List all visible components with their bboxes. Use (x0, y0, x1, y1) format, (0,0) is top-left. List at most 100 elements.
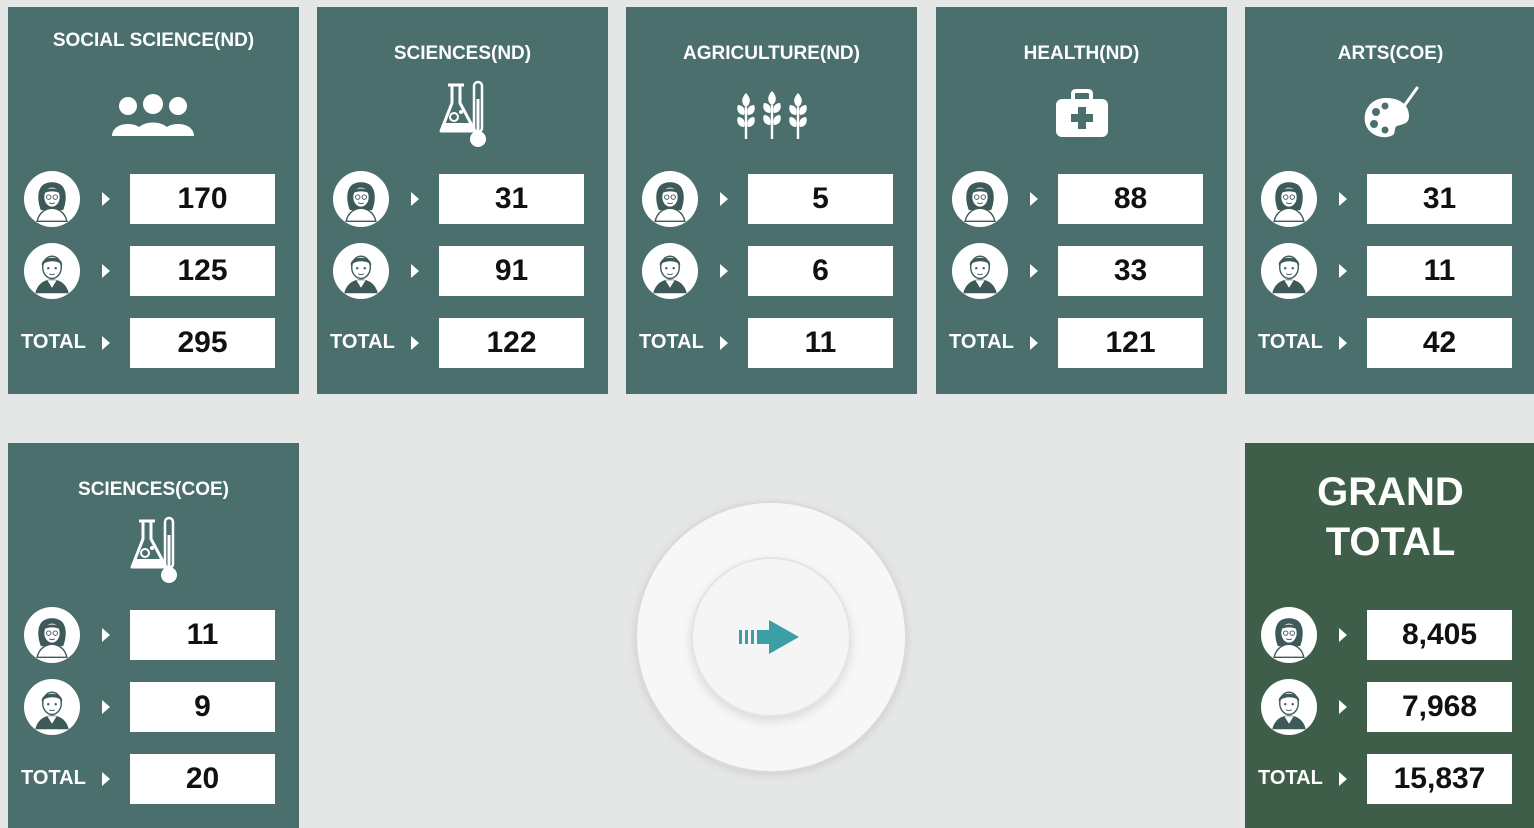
male-count: 33 (1058, 246, 1203, 296)
caret-right-icon (1030, 336, 1038, 350)
users-group-icon (108, 79, 198, 149)
male-row: 125 (8, 243, 299, 299)
female-count: 5 (748, 174, 893, 224)
total-row: TOTAL 42 (1245, 318, 1534, 368)
flask-thermometer-icon (432, 79, 494, 149)
total-row: TOTAL 121 (936, 318, 1227, 368)
grand-total-title: GRAND TOTAL (1317, 470, 1464, 564)
female-avatar-icon (333, 171, 389, 227)
arrow-right-icon (731, 612, 811, 662)
total-label: TOTAL (949, 331, 1014, 353)
caret-right-icon (1339, 628, 1347, 642)
total-label: TOTAL (330, 331, 395, 353)
male-avatar-icon (24, 243, 80, 299)
female-count: 88 (1058, 174, 1203, 224)
caret-right-icon (1339, 264, 1347, 278)
total-row: TOTAL 11 (626, 318, 917, 368)
card-social-science: SOCIAL SCIENCE(ND) 170 125 TOTAL 295 (8, 7, 299, 394)
card-title: AGRICULTURE(ND) (683, 43, 860, 64)
total-count: 15,837 (1367, 754, 1512, 804)
caret-right-icon (1030, 264, 1038, 278)
female-count: 31 (1367, 174, 1512, 224)
card-arts-coe: ARTS(COE) 31 11 TOTAL 42 (1245, 7, 1534, 394)
card-title: ARTS(COE) (1337, 43, 1444, 64)
card-grand-total: GRAND TOTAL 8,405 7,968 TOTAL 15,837 (1245, 443, 1534, 828)
male-row: 7,968 (1245, 679, 1534, 735)
caret-right-icon (102, 192, 110, 206)
male-avatar-icon (24, 679, 80, 735)
caret-right-icon (102, 336, 110, 350)
caret-right-icon (1339, 336, 1347, 350)
female-avatar-icon (642, 171, 698, 227)
total-count: 20 (130, 754, 275, 804)
caret-right-icon (1339, 700, 1347, 714)
medical-kit-icon (1051, 79, 1113, 149)
card-title: SCIENCES(COE) (78, 479, 229, 500)
female-row: 88 (936, 171, 1227, 227)
total-count: 121 (1058, 318, 1203, 368)
caret-right-icon (720, 336, 728, 350)
total-label: TOTAL (639, 331, 704, 353)
male-avatar-icon (952, 243, 1008, 299)
female-avatar-icon (1261, 171, 1317, 227)
card-agriculture: AGRICULTURE(ND) 5 6 TOTAL 11 (626, 7, 917, 394)
female-avatar-icon (24, 171, 80, 227)
male-avatar-icon (1261, 243, 1317, 299)
caret-right-icon (720, 192, 728, 206)
caret-right-icon (102, 628, 110, 642)
female-avatar-icon (952, 171, 1008, 227)
female-count: 11 (130, 610, 275, 660)
caret-right-icon (102, 772, 110, 786)
caret-right-icon (720, 264, 728, 278)
female-row: 5 (626, 171, 917, 227)
card-health: HEALTH(ND) 88 33 TOTAL 121 (936, 7, 1227, 394)
female-avatar-icon (24, 607, 80, 663)
male-avatar-icon (642, 243, 698, 299)
total-label: TOTAL (1258, 331, 1323, 353)
female-count: 31 (439, 174, 584, 224)
male-count: 6 (748, 246, 893, 296)
card-title: HEALTH(ND) (1023, 43, 1140, 64)
male-row: 33 (936, 243, 1227, 299)
female-avatar-icon (1261, 607, 1317, 663)
caret-right-icon (1030, 192, 1038, 206)
male-row: 9 (8, 679, 299, 735)
total-count: 122 (439, 318, 584, 368)
total-count: 42 (1367, 318, 1512, 368)
caret-right-icon (102, 700, 110, 714)
male-row: 11 (1245, 243, 1534, 299)
male-count: 7,968 (1367, 682, 1512, 732)
total-count: 11 (748, 318, 893, 368)
female-row: 31 (317, 171, 608, 227)
total-label: TOTAL (1258, 767, 1323, 789)
card-sciences-coe: SCIENCES(COE) 11 9 TOTAL 20 (8, 443, 299, 828)
male-avatar-icon (1261, 679, 1317, 735)
caret-right-icon (1339, 772, 1347, 786)
caret-right-icon (102, 264, 110, 278)
next-button-outer-ring[interactable] (637, 503, 905, 771)
total-row: TOTAL 295 (8, 318, 299, 368)
next-button[interactable] (691, 557, 851, 717)
male-row: 6 (626, 243, 917, 299)
card-title: SCIENCES(ND) (393, 43, 532, 64)
card-sciences-nd: SCIENCES(ND) 31 91 TOTAL 122 (317, 7, 608, 394)
female-count: 8,405 (1367, 610, 1512, 660)
wheat-icon (732, 79, 812, 149)
caret-right-icon (411, 192, 419, 206)
male-count: 91 (439, 246, 584, 296)
flask-thermometer-icon (123, 515, 185, 585)
male-avatar-icon (333, 243, 389, 299)
card-title: SOCIAL SCIENCE(ND) (52, 30, 255, 51)
caret-right-icon (1339, 192, 1347, 206)
total-row: TOTAL 15,837 (1245, 754, 1534, 804)
total-count: 295 (130, 318, 275, 368)
male-row: 91 (317, 243, 608, 299)
caret-right-icon (411, 264, 419, 278)
total-label: TOTAL (21, 331, 86, 353)
total-label: TOTAL (21, 767, 86, 789)
male-count: 11 (1367, 246, 1512, 296)
female-row: 170 (8, 171, 299, 227)
total-row: TOTAL 20 (8, 754, 299, 804)
female-row: 8,405 (1245, 607, 1534, 663)
palette-icon (1360, 79, 1422, 149)
